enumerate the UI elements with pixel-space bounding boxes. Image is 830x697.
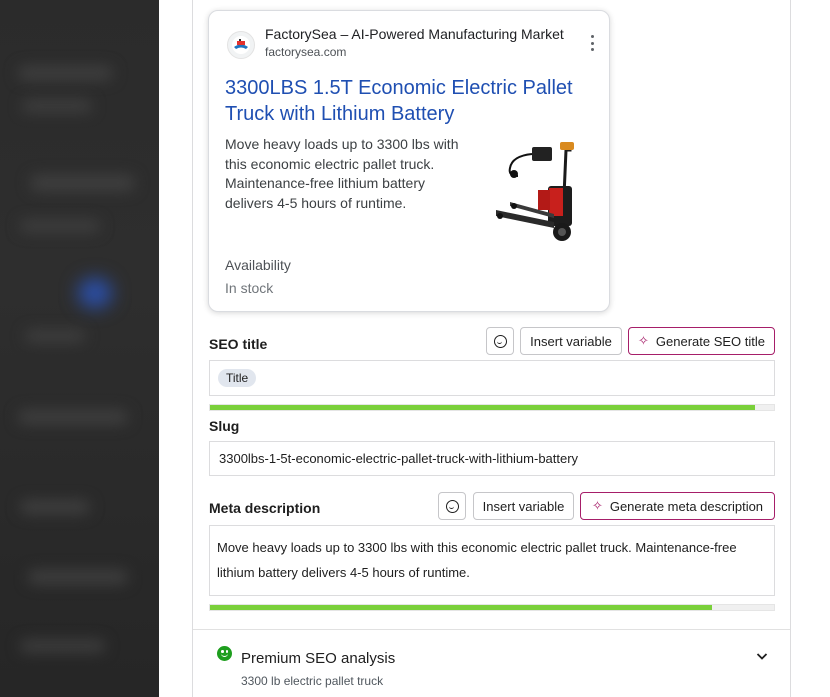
seo-title-progress-bar <box>209 404 775 411</box>
more-options-icon[interactable] <box>587 35 597 51</box>
good-score-smiley-icon <box>217 646 232 661</box>
smiley-icon <box>445 499 459 513</box>
sparkle-icon: ✧ <box>637 333 649 348</box>
factorysea-logo-icon <box>227 31 255 59</box>
meta-description-label: Meta description <box>209 500 321 516</box>
blurred-sidebar <box>0 0 159 697</box>
focus-keyphrase: 3300 lb electric pallet truck <box>241 674 384 688</box>
site-url: factorysea.com <box>265 45 347 59</box>
premium-seo-analysis-toggle[interactable]: Premium SEO analysis <box>241 650 395 667</box>
result-title-link[interactable]: 3300LBS 1.5T Economic Electric Pallet Tr… <box>225 75 595 127</box>
slug-label: Slug <box>209 418 240 434</box>
meta-description-emoji-button[interactable] <box>438 492 466 520</box>
site-name: FactorySea – AI-Powered Manufacturing Ma… <box>265 26 564 42</box>
availability-value: In stock <box>225 280 274 296</box>
meta-description-textarea[interactable]: Move heavy loads up to 3300 lbs with thi… <box>209 525 775 596</box>
generate-meta-description-button[interactable]: ✧ Generate meta description <box>580 492 775 520</box>
result-snippet: Move heavy loads up to 3300 lbs with thi… <box>225 136 459 212</box>
availability-label: Availability <box>225 257 291 273</box>
chevron-down-icon[interactable] <box>756 650 768 662</box>
seo-title-emoji-button[interactable] <box>486 327 514 355</box>
meta-description-progress-fill <box>210 605 712 610</box>
google-preview-card: FactorySea – AI-Powered Manufacturing Ma… <box>208 10 610 312</box>
panel-border-right <box>790 0 791 697</box>
generate-seo-title-button[interactable]: ✧ Generate SEO title <box>628 327 775 355</box>
electric-pallet-truck-image <box>496 142 574 241</box>
smiley-icon <box>493 334 507 348</box>
generate-meta-description-label: Generate meta description <box>609 498 764 514</box>
seo-title-label: SEO title <box>209 336 268 352</box>
section-divider <box>193 629 790 630</box>
sparkle-icon: ✧ <box>591 498 603 513</box>
meta-insert-variable-button[interactable]: Insert variable <box>473 492 574 520</box>
seo-title-progress-fill <box>210 405 755 410</box>
generate-seo-title-label: Generate SEO title <box>655 333 766 349</box>
seo-title-insert-variable-button[interactable]: Insert variable <box>520 327 622 355</box>
meta-description-progress-bar <box>209 604 775 611</box>
slug-input[interactable]: 3300lbs-1-5t-economic-electric-pallet-tr… <box>209 441 775 476</box>
seo-title-input[interactable]: Title <box>209 360 775 396</box>
panel-border-left <box>192 0 193 697</box>
title-variable-chip[interactable]: Title <box>218 369 257 387</box>
